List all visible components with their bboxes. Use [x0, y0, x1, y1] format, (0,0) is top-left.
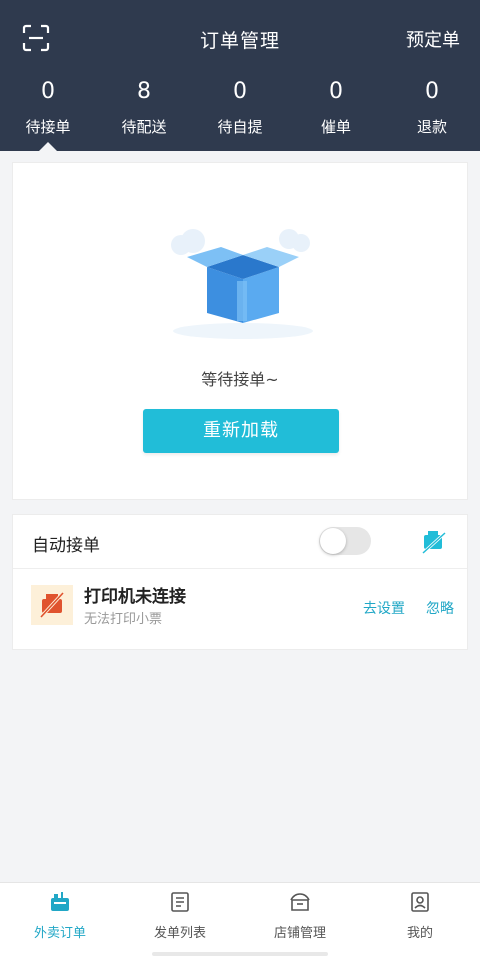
order-list-icon [168, 890, 192, 914]
header-top-bar: 订单管理 预定单 [0, 0, 480, 76]
tab-refunds[interactable]: 0 退款 [384, 76, 480, 151]
tab-count: 8 [137, 79, 151, 104]
toggle-knob [320, 528, 346, 554]
empty-message: 等待接单~ [201, 370, 279, 389]
nav-item-takeout-orders[interactable]: 外卖订单 [0, 883, 120, 960]
printer-status-title: 打印机未连接 [84, 587, 186, 607]
settings-card: 自动接单 打印机未连接 无法打印小票 去设置 忽略 [12, 514, 468, 650]
tab-pending-delivery[interactable]: 8 待配送 [96, 76, 192, 151]
tab-label: 退款 [416, 118, 447, 136]
header: 订单管理 预定单 0 待接单 8 待配送 0 待自提 0 催单 0 退款 [0, 0, 480, 151]
takeout-icon [48, 890, 72, 914]
empty-state-card: 等待接单~ 重新加载 [12, 162, 468, 500]
home-indicator [152, 952, 328, 956]
open-box-icon [163, 223, 323, 343]
printer-settings-link[interactable]: 去设置 [363, 598, 405, 618]
reload-button[interactable]: 重新加载 [143, 409, 339, 453]
tab-label: 待自提 [217, 118, 263, 136]
tab-pending-accept[interactable]: 0 待接单 [0, 76, 96, 151]
nav-label: 外卖订单 [33, 926, 86, 941]
store-icon [288, 890, 312, 914]
profile-icon [408, 890, 432, 914]
tab-pending-pickup[interactable]: 0 待自提 [192, 76, 288, 151]
tab-count: 0 [41, 79, 55, 104]
tab-reminders[interactable]: 0 催单 [288, 76, 384, 151]
nav-label: 店铺管理 [273, 926, 326, 941]
printer-settings-icon[interactable] [421, 529, 447, 555]
auto-accept-label: 自动接单 [32, 536, 100, 556]
auto-accept-row: 自动接单 [13, 515, 467, 569]
printer-disconnected-icon [31, 585, 73, 625]
reservation-orders-button[interactable]: 预定单 [406, 26, 460, 52]
tab-label: 待配送 [121, 118, 167, 136]
printer-status-subtitle: 无法打印小票 [84, 612, 163, 627]
ignore-link[interactable]: 忽略 [426, 598, 454, 618]
nav-item-profile[interactable]: 我的 [360, 883, 480, 960]
nav-item-order-list[interactable]: 发单列表 [120, 883, 240, 960]
order-status-tabs: 0 待接单 8 待配送 0 待自提 0 催单 0 退款 [0, 76, 480, 151]
bottom-nav: 外卖订单 发单列表 店铺管理 我的 [0, 882, 480, 960]
tab-count: 0 [329, 79, 343, 104]
auto-accept-toggle[interactable] [319, 527, 371, 555]
tab-label: 待接单 [25, 118, 71, 136]
nav-label: 发单列表 [153, 926, 206, 941]
tab-count: 0 [425, 79, 439, 104]
tab-count: 0 [233, 79, 247, 104]
printer-status-row: 打印机未连接 无法打印小票 去设置 忽略 [13, 569, 467, 651]
tab-label: 催单 [320, 118, 351, 136]
nav-label: 我的 [406, 926, 433, 941]
nav-item-store-management[interactable]: 店铺管理 [240, 883, 360, 960]
